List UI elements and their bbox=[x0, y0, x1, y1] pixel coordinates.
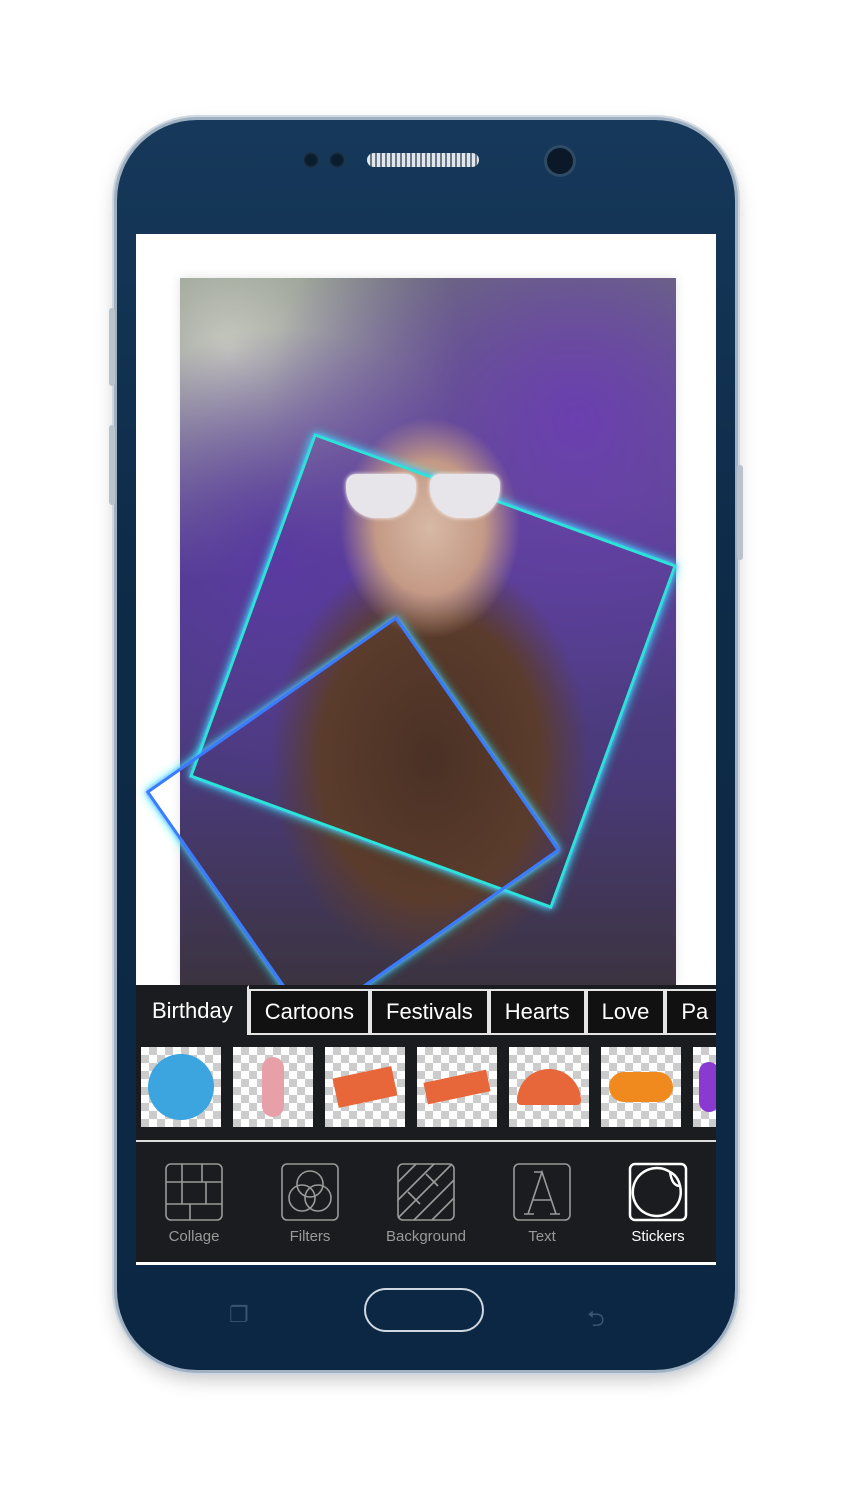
photo-canvas[interactable] bbox=[145, 278, 677, 1026]
phone-frame: Birthday Cartoons Festivals Hearts Love Pa Co… bbox=[109, 120, 743, 1370]
background-icon bbox=[397, 1163, 455, 1221]
app-screen: Birthday Cartoons Festivals Hearts Love Pa Co… bbox=[136, 234, 716, 1265]
tab-hearts[interactable]: Hearts bbox=[488, 989, 586, 1033]
sticker-image bbox=[609, 1072, 673, 1102]
sticker-category-tabs: Birthday Cartoons Festivals Hearts Love Pa bbox=[136, 985, 716, 1035]
tool-label: Collage bbox=[168, 1228, 220, 1245]
volume-down-button bbox=[109, 425, 115, 505]
bottom-toolbar: Collage Filters Background Text Stickers bbox=[136, 1144, 716, 1262]
sticker-image bbox=[699, 1062, 716, 1112]
tab-love[interactable]: Love bbox=[585, 989, 666, 1033]
sensor-icon bbox=[329, 152, 345, 168]
tab-birthday[interactable]: Birthday bbox=[136, 985, 249, 1035]
background-button[interactable]: Background bbox=[376, 1160, 476, 1262]
sticker-birthday-gift-badge[interactable] bbox=[141, 1047, 221, 1127]
earpiece-speaker bbox=[367, 153, 479, 167]
text-icon bbox=[513, 1163, 571, 1221]
front-camera-icon bbox=[547, 148, 573, 174]
sticker-happy-birthday-arch[interactable] bbox=[509, 1047, 589, 1127]
tab-festivals[interactable]: Festivals bbox=[370, 989, 489, 1033]
collage-button[interactable]: Collage bbox=[144, 1160, 244, 1262]
sticker-icon bbox=[628, 1162, 688, 1222]
sticker-happy-birthday-gift-ribbon[interactable] bbox=[325, 1047, 405, 1127]
recent-apps-icon[interactable]: ❐ bbox=[229, 1302, 249, 1328]
back-icon[interactable]: ⮌ bbox=[587, 1302, 605, 1340]
tool-label: Text bbox=[528, 1228, 556, 1245]
tab-cartoons[interactable]: Cartoons bbox=[248, 989, 370, 1033]
sticker-champagne-happy-birthday[interactable] bbox=[417, 1047, 497, 1127]
sensor-icon bbox=[303, 152, 319, 168]
tool-label: Stickers bbox=[631, 1228, 685, 1245]
stickers-button[interactable]: Stickers bbox=[608, 1160, 708, 1262]
sticker-balloons-cake[interactable] bbox=[233, 1047, 313, 1127]
volume-up-button bbox=[109, 308, 115, 386]
tab-pa[interactable]: Pa bbox=[665, 989, 716, 1033]
home-button[interactable] bbox=[364, 1288, 484, 1332]
sticker-candy[interactable] bbox=[601, 1047, 681, 1127]
text-button[interactable]: Text bbox=[492, 1160, 592, 1262]
collage-icon bbox=[165, 1163, 223, 1221]
sticker-image bbox=[148, 1054, 214, 1120]
sticker-purple-swirl[interactable] bbox=[693, 1047, 716, 1127]
power-button bbox=[737, 465, 743, 560]
sticker-image bbox=[517, 1069, 581, 1105]
filters-button[interactable]: Filters bbox=[260, 1160, 360, 1262]
sticker-image bbox=[262, 1057, 284, 1117]
sticker-list[interactable] bbox=[136, 1035, 716, 1140]
filters-icon bbox=[281, 1163, 339, 1221]
tool-label: Background bbox=[385, 1228, 467, 1245]
sticker-image bbox=[423, 1069, 491, 1105]
sticker-image bbox=[332, 1066, 398, 1108]
tool-label: Filters bbox=[289, 1228, 331, 1245]
